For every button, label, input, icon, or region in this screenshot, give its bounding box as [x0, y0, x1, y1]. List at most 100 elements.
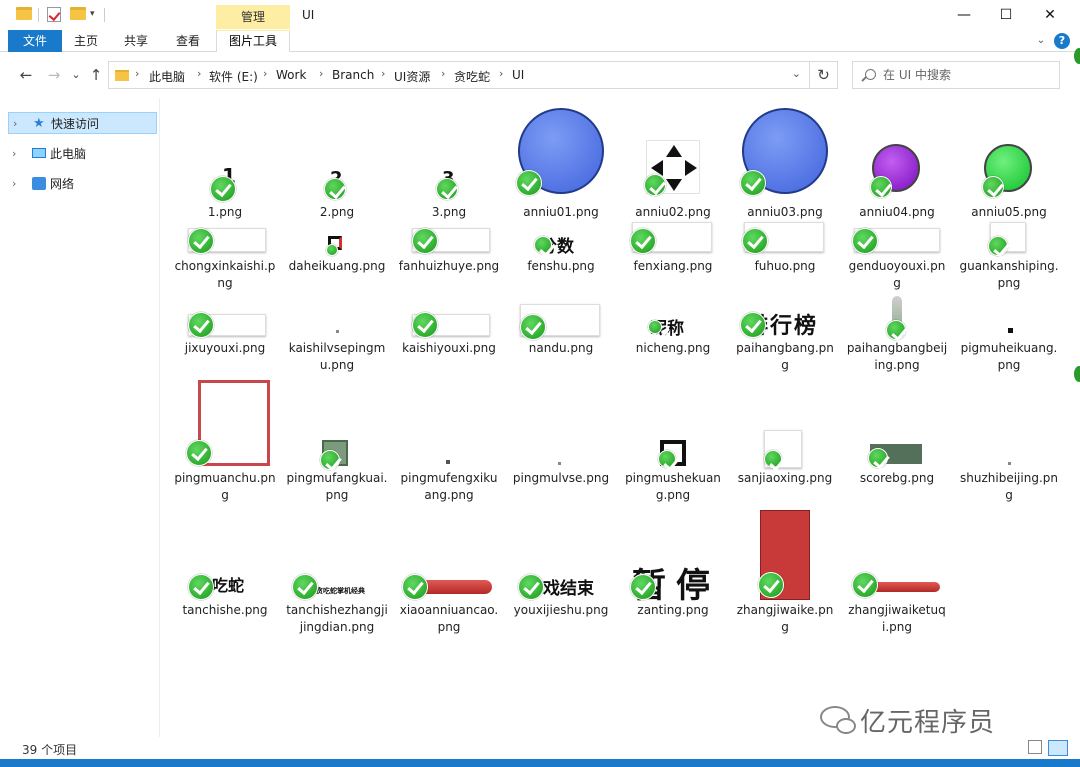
- file-item[interactable]: zhangjiwaiketuqi.png: [842, 510, 952, 636]
- tab-file[interactable]: 文件: [8, 30, 62, 52]
- file-thumbnail: [282, 302, 392, 340]
- new-folder-icon[interactable]: [70, 7, 86, 20]
- expand-chevron-icon[interactable]: ›: [12, 143, 16, 165]
- details-view-icon[interactable]: [1028, 740, 1042, 754]
- tool-tab-manage[interactable]: 管理: [216, 5, 290, 29]
- file-item[interactable]: 排行榜 paihangbang.png: [730, 302, 840, 374]
- maximize-button[interactable]: ☐: [983, 0, 1029, 30]
- file-item[interactable]: paihangbangbeijing.png: [842, 296, 952, 374]
- breadcrumb-snake[interactable]: 贪吃蛇: [454, 68, 490, 85]
- file-item[interactable]: scorebg.png: [842, 378, 952, 487]
- file-thumbnail: [842, 378, 952, 470]
- address-dropdown-icon[interactable]: ⌄: [792, 67, 801, 80]
- file-item[interactable]: daheikuang.png: [282, 222, 392, 275]
- back-button[interactable]: ←: [16, 65, 36, 85]
- file-item[interactable]: anniu02.png: [618, 104, 728, 221]
- file-thumbnail: 暂停: [618, 510, 728, 606]
- file-name: pigmuheikuang.png: [960, 341, 1058, 372]
- file-item[interactable]: fanhuizhuye.png: [394, 222, 504, 275]
- recent-locations-button[interactable]: ⌄: [66, 65, 86, 85]
- file-item[interactable]: pingmulvse.png: [506, 378, 616, 487]
- divider: [38, 8, 39, 22]
- file-item[interactable]: xiaoanniuancao.png: [394, 510, 504, 636]
- file-item[interactable]: anniu04.png: [842, 104, 952, 221]
- minimize-button[interactable]: —: [941, 0, 987, 30]
- expand-ribbon-icon[interactable]: ⌄: [1034, 34, 1048, 48]
- expand-chevron-icon[interactable]: ›: [13, 113, 17, 135]
- file-item[interactable]: 暂停 zanting.png: [618, 510, 728, 619]
- properties-icon[interactable]: [47, 7, 61, 22]
- sync-check-icon: [630, 574, 656, 600]
- file-item[interactable]: shuzhibeijing.png: [954, 378, 1064, 504]
- file-item[interactable]: 贪吃蛇掌机经典 tanchishezhangjijingdian.png: [282, 510, 392, 636]
- search-input[interactable]: [883, 62, 1053, 88]
- sync-check-icon: [740, 170, 766, 196]
- tab-picture-tools[interactable]: 图片工具: [216, 30, 290, 52]
- file-item[interactable]: pingmufangkuai.png: [282, 378, 392, 504]
- wechat-logo-icon: [820, 706, 856, 734]
- file-thumbnail: 分数: [506, 222, 616, 258]
- breadcrumb-drive[interactable]: 软件 (E:): [209, 68, 258, 85]
- sidebar-item-quick-access[interactable]: › ★ 快速访问: [8, 112, 157, 134]
- tab-share[interactable]: 共享: [124, 30, 148, 52]
- expand-chevron-icon[interactable]: ›: [12, 173, 16, 195]
- file-item[interactable]: sanjiaoxing.png: [730, 378, 840, 487]
- address-bar[interactable]: › 此电脑 › 软件 (E:) › Work › Branch › UI资源 ›…: [108, 61, 810, 89]
- up-button[interactable]: ↑: [86, 65, 106, 85]
- file-item[interactable]: 昵称 nicheng.png: [618, 302, 728, 357]
- file-thumbnail: 2: [282, 104, 392, 204]
- breadcrumb-ui-resources[interactable]: UI资源: [394, 68, 430, 85]
- file-thumbnail: [842, 296, 952, 340]
- forward-button[interactable]: →: [44, 65, 64, 85]
- file-item[interactable]: 2 2.png: [282, 104, 392, 221]
- thumb-text: 贪吃蛇掌机经典: [316, 587, 365, 595]
- file-item[interactable]: 3 3.png: [394, 104, 504, 221]
- file-item[interactable]: fuhuo.png: [730, 222, 840, 275]
- tab-home[interactable]: 主页: [74, 30, 98, 52]
- file-thumbnail: [954, 104, 1064, 204]
- file-item[interactable]: guankanshiping.png: [954, 222, 1064, 292]
- breadcrumb-work[interactable]: Work: [276, 68, 306, 82]
- sync-check-icon: [740, 312, 766, 338]
- file-item[interactable]: anniu05.png: [954, 104, 1064, 221]
- close-button[interactable]: ✕: [1027, 0, 1073, 30]
- sync-check-icon: [210, 176, 236, 202]
- sidebar-item-network[interactable]: › 网络: [8, 173, 157, 195]
- file-item[interactable]: chongxinkaishi.png: [170, 222, 280, 292]
- folder-icon[interactable]: [16, 7, 32, 20]
- refresh-button[interactable]: ↻: [810, 61, 838, 89]
- search-box[interactable]: [852, 61, 1060, 89]
- file-thumbnail: [842, 104, 952, 204]
- file-item[interactable]: genduoyouxi.png: [842, 222, 952, 292]
- network-icon: [32, 177, 46, 190]
- file-item[interactable]: 分数 fenshu.png: [506, 222, 616, 275]
- file-item[interactable]: anniu03.png: [730, 104, 840, 221]
- breadcrumb-branch[interactable]: Branch: [332, 68, 374, 82]
- file-item[interactable]: kaishiyouxi.png: [394, 302, 504, 357]
- file-item[interactable]: pingmuanchu.png: [170, 378, 280, 504]
- file-item[interactable]: kaishilvsepingmu.png: [282, 302, 392, 374]
- file-item[interactable]: 贪吃蛇 tanchishe.png: [170, 510, 280, 619]
- sidebar-item-this-pc[interactable]: › 此电脑: [8, 143, 157, 165]
- sync-check-icon: [324, 178, 346, 200]
- breadcrumb-ui[interactable]: UI: [512, 68, 524, 82]
- file-item[interactable]: jixuyouxi.png: [170, 302, 280, 357]
- breadcrumb-separator: ›: [135, 67, 140, 80]
- tab-view[interactable]: 查看: [176, 30, 200, 52]
- file-thumbnail: [730, 104, 840, 204]
- file-item[interactable]: pingmushekuang.png: [618, 378, 728, 504]
- breadcrumb-this-pc[interactable]: 此电脑: [149, 68, 185, 85]
- file-item[interactable]: fenxiang.png: [618, 222, 728, 275]
- file-item[interactable]: nandu.png: [506, 302, 616, 357]
- file-item[interactable]: anniu01.png: [506, 104, 616, 221]
- file-item[interactable]: pigmuheikuang.png: [954, 302, 1064, 374]
- file-item[interactable]: pingmufengxikuang.png: [394, 378, 504, 504]
- large-icons-view-icon[interactable]: [1048, 740, 1068, 756]
- file-item[interactable]: zhangjiwaike.png: [730, 510, 840, 636]
- help-icon[interactable]: ?: [1054, 33, 1070, 49]
- file-item[interactable]: 1 1.png: [170, 104, 280, 221]
- file-item[interactable]: 游戏结束 youxijieshu.png: [506, 510, 616, 619]
- file-thumbnail: [842, 510, 952, 602]
- file-name: pingmuanchu.png: [174, 471, 276, 502]
- file-thumbnail: 贪吃蛇掌机经典: [282, 510, 392, 602]
